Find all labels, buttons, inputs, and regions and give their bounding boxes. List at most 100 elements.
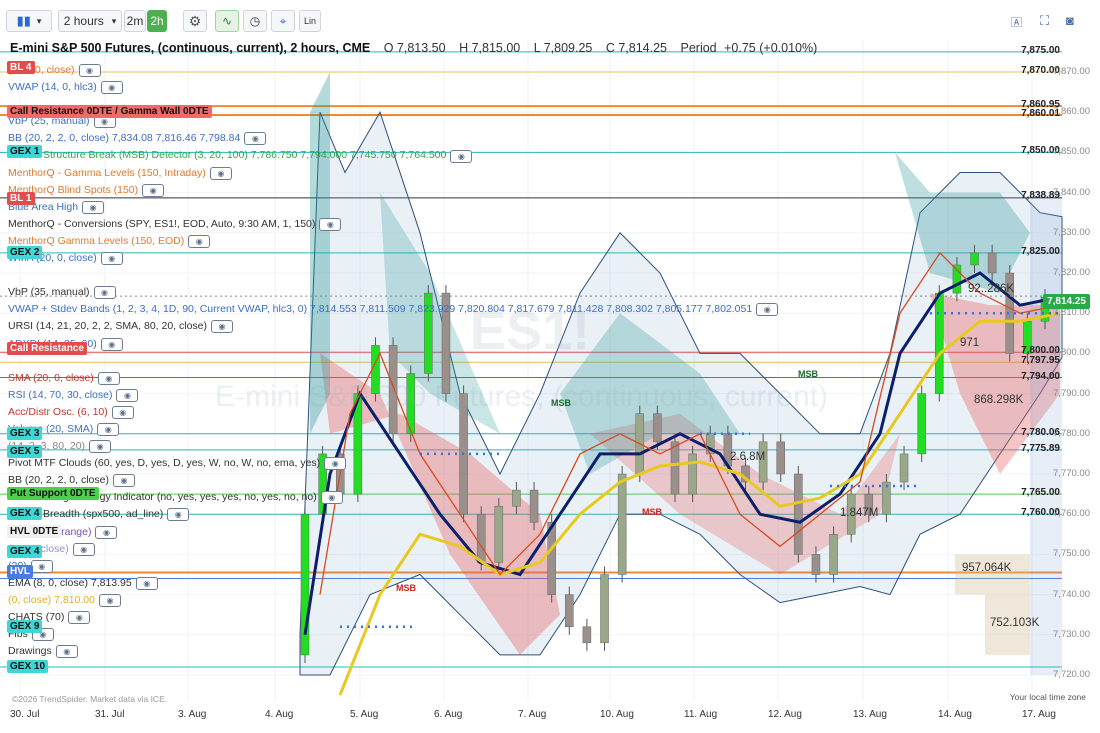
visibility-eye-icon[interactable]: ◉ <box>100 337 123 351</box>
replay-button[interactable]: ◷ <box>243 10 267 32</box>
visibility-eye-icon[interactable]: ◉ <box>98 593 121 607</box>
interval-2m-button[interactable]: 2m <box>124 10 146 32</box>
visibility-eye-icon[interactable]: ◉ <box>756 303 779 317</box>
time-tick: 31. Jul <box>95 709 125 720</box>
visibility-eye-icon[interactable]: ◉ <box>100 252 123 266</box>
volume-label-92k: 92..286K <box>968 283 1015 295</box>
fullscreen-icon[interactable]: ⛶ <box>1040 13 1049 29</box>
visibility-eye-icon[interactable]: ◉ <box>324 457 347 471</box>
linear-scale-button[interactable]: Lin <box>299 10 321 32</box>
price-tick: 7,840.00 <box>1053 186 1090 198</box>
visibility-eye-icon[interactable]: ◉ <box>320 491 343 505</box>
time-tick: 17. Aug <box>1022 709 1056 720</box>
legend-row: MenthorQ - Gamma Levels (150, Intraday) ◉ <box>8 165 778 182</box>
ai-icon[interactable]: 🄰 <box>1011 14 1022 30</box>
level-tag[interactable]: Call Resistance <box>7 342 87 356</box>
visibility-eye-icon[interactable]: ◉ <box>100 81 123 95</box>
visibility-eye-icon[interactable]: ◉ <box>89 440 112 454</box>
candle-body <box>935 292 944 394</box>
level-tag[interactable]: GEX 4 <box>7 507 43 521</box>
chevron-down-icon: ▾ <box>36 15 42 26</box>
visibility-eye-icon[interactable]: ◉ <box>319 217 342 231</box>
time-tick: 12. Aug <box>768 709 802 720</box>
candle-body <box>970 252 979 266</box>
candle-body <box>829 534 838 575</box>
crosshair-button[interactable]: ⌖ <box>271 10 295 32</box>
legend-row: Acc/Distr Osc. (6, 10) ◉ <box>8 404 778 421</box>
visibility-eye-icon[interactable]: ◉ <box>211 320 234 334</box>
level-tag[interactable]: GEX 4 <box>7 545 43 559</box>
legend-row: URSI (14, 21, 20, 2, 2, SMA, 80, 20, clo… <box>8 318 778 335</box>
legend-row: (14, 3, 3, 80, 20) ◉ <box>8 438 778 455</box>
visibility-eye-icon[interactable]: ◉ <box>142 183 165 197</box>
visibility-eye-icon[interactable]: ◉ <box>188 234 211 248</box>
visibility-eye-icon[interactable]: ◉ <box>167 508 190 522</box>
level-tag[interactable]: BL 1 <box>7 191 35 205</box>
legend-row: SMA (20, 0, close) ◉ <box>8 370 778 387</box>
chevron-down-icon: ▾ <box>111 15 117 26</box>
interval-value: 2 hours <box>63 14 104 28</box>
level-tag[interactable]: GEX 2 <box>7 245 43 259</box>
level-tag[interactable]: HVL <box>7 565 33 579</box>
level-tag[interactable]: Put Support 0DTE <box>7 487 99 501</box>
level-tag[interactable]: Call Resistance 0DTE / Gamma Wall 0DTE <box>7 105 212 119</box>
level-tag[interactable]: GEX 3 <box>7 426 43 440</box>
time-tick: 13. Aug <box>853 709 887 720</box>
level-tag[interactable]: GEX 1 <box>7 145 43 159</box>
legend-row: MenthorQ - Conversions (SPY, ES1!, EOD, … <box>8 216 778 233</box>
legend-row: VWAP + Stdev Bands (1, 2, 3, 4, 1D, 90, … <box>8 301 779 318</box>
legend-row: MenthorQ Blind Spots (150) ◉ <box>8 182 778 199</box>
visibility-eye-icon[interactable]: ◉ <box>97 371 120 385</box>
interval-select[interactable]: 2 hours ▾ <box>58 10 122 32</box>
visibility-eye-icon[interactable]: ◉ <box>93 286 116 300</box>
price-tick: 7,780.00 <box>1053 427 1090 439</box>
ohlc-high: H 7,815.00 <box>459 41 521 55</box>
camera-icon[interactable]: ◙ <box>1066 13 1074 28</box>
visibility-eye-icon[interactable]: ◉ <box>111 405 134 419</box>
visibility-eye-icon[interactable]: ◉ <box>116 388 139 402</box>
legend-row: Pivot MTF Clouds (60, yes, D, yes, D, ye… <box>8 455 778 472</box>
candlestick-icon: ▮▮ <box>16 13 31 28</box>
legend-text: Acc/Distr Osc. (6, 10) <box>8 405 108 418</box>
visibility-eye-icon[interactable]: ◉ <box>55 645 78 659</box>
legend-row: (200, 0, close) ◉ <box>8 62 778 79</box>
legend-text: MenthorQ - Gamma Levels (150, Intraday) <box>8 166 206 179</box>
level-tag[interactable]: GEX 9 <box>7 619 43 633</box>
legend-row: EMA (8, 0, close) 7,813.95 ◉ <box>8 575 778 592</box>
visibility-eye-icon[interactable]: ◉ <box>78 64 101 78</box>
settings-button[interactable]: ⚙ <box>183 10 207 32</box>
visibility-eye-icon[interactable]: ◉ <box>244 132 267 146</box>
msb-label-4: MSB <box>642 507 662 517</box>
msb-label-1: MSB <box>551 398 571 408</box>
visibility-eye-icon[interactable]: ◉ <box>95 525 118 539</box>
legend-row: Volume (20, SMA) ◉ <box>8 421 778 438</box>
visibility-eye-icon[interactable]: ◉ <box>68 611 91 625</box>
visibility-eye-icon[interactable]: ◉ <box>135 576 158 590</box>
interval-2h-button[interactable]: 2h <box>147 10 167 32</box>
time-tick: 5. Aug <box>350 709 379 720</box>
visibility-eye-icon[interactable]: ◉ <box>112 474 135 488</box>
auto-trend-button[interactable]: ∿ <box>215 10 239 32</box>
visibility-eye-icon[interactable]: ◉ <box>30 559 53 573</box>
time-tick: 30. Jul <box>10 709 40 720</box>
level-tag[interactable]: GEX 5 <box>7 444 43 458</box>
chart-header: E-mini S&P 500 Futures, (continuous, cur… <box>10 41 817 55</box>
trend-icon: ∿ <box>221 14 233 28</box>
chart-type-button[interactable]: ▮▮ ▾ <box>6 10 52 32</box>
legend-row: Market Breadth (spx500, ad_line) ◉ <box>8 506 778 523</box>
legend-row: RSI (14, 70, 30, close) ◉ <box>8 387 778 404</box>
visibility-eye-icon[interactable]: ◉ <box>97 423 120 437</box>
period-label: Period <box>680 41 717 55</box>
level-tag[interactable]: HVL 0DTE <box>7 525 62 539</box>
visibility-eye-icon[interactable]: ◉ <box>72 542 95 556</box>
visibility-eye-icon[interactable]: ◉ <box>450 149 473 163</box>
visibility-eye-icon[interactable]: ◉ <box>209 166 232 180</box>
current-price-label: 7,814.25 <box>1043 294 1090 309</box>
legend-row: (25, visible range)◉ <box>8 524 778 541</box>
level-tag[interactable]: GEX 10 <box>7 659 49 673</box>
timezone-label[interactable]: Your local time zone <box>1010 692 1086 702</box>
ohlc-low: L 7,809.25 <box>533 41 593 55</box>
price-tick: 7,800.00 <box>1053 347 1090 359</box>
visibility-eye-icon[interactable]: ◉ <box>82 200 105 214</box>
level-tag[interactable]: BL 4 <box>7 60 35 74</box>
